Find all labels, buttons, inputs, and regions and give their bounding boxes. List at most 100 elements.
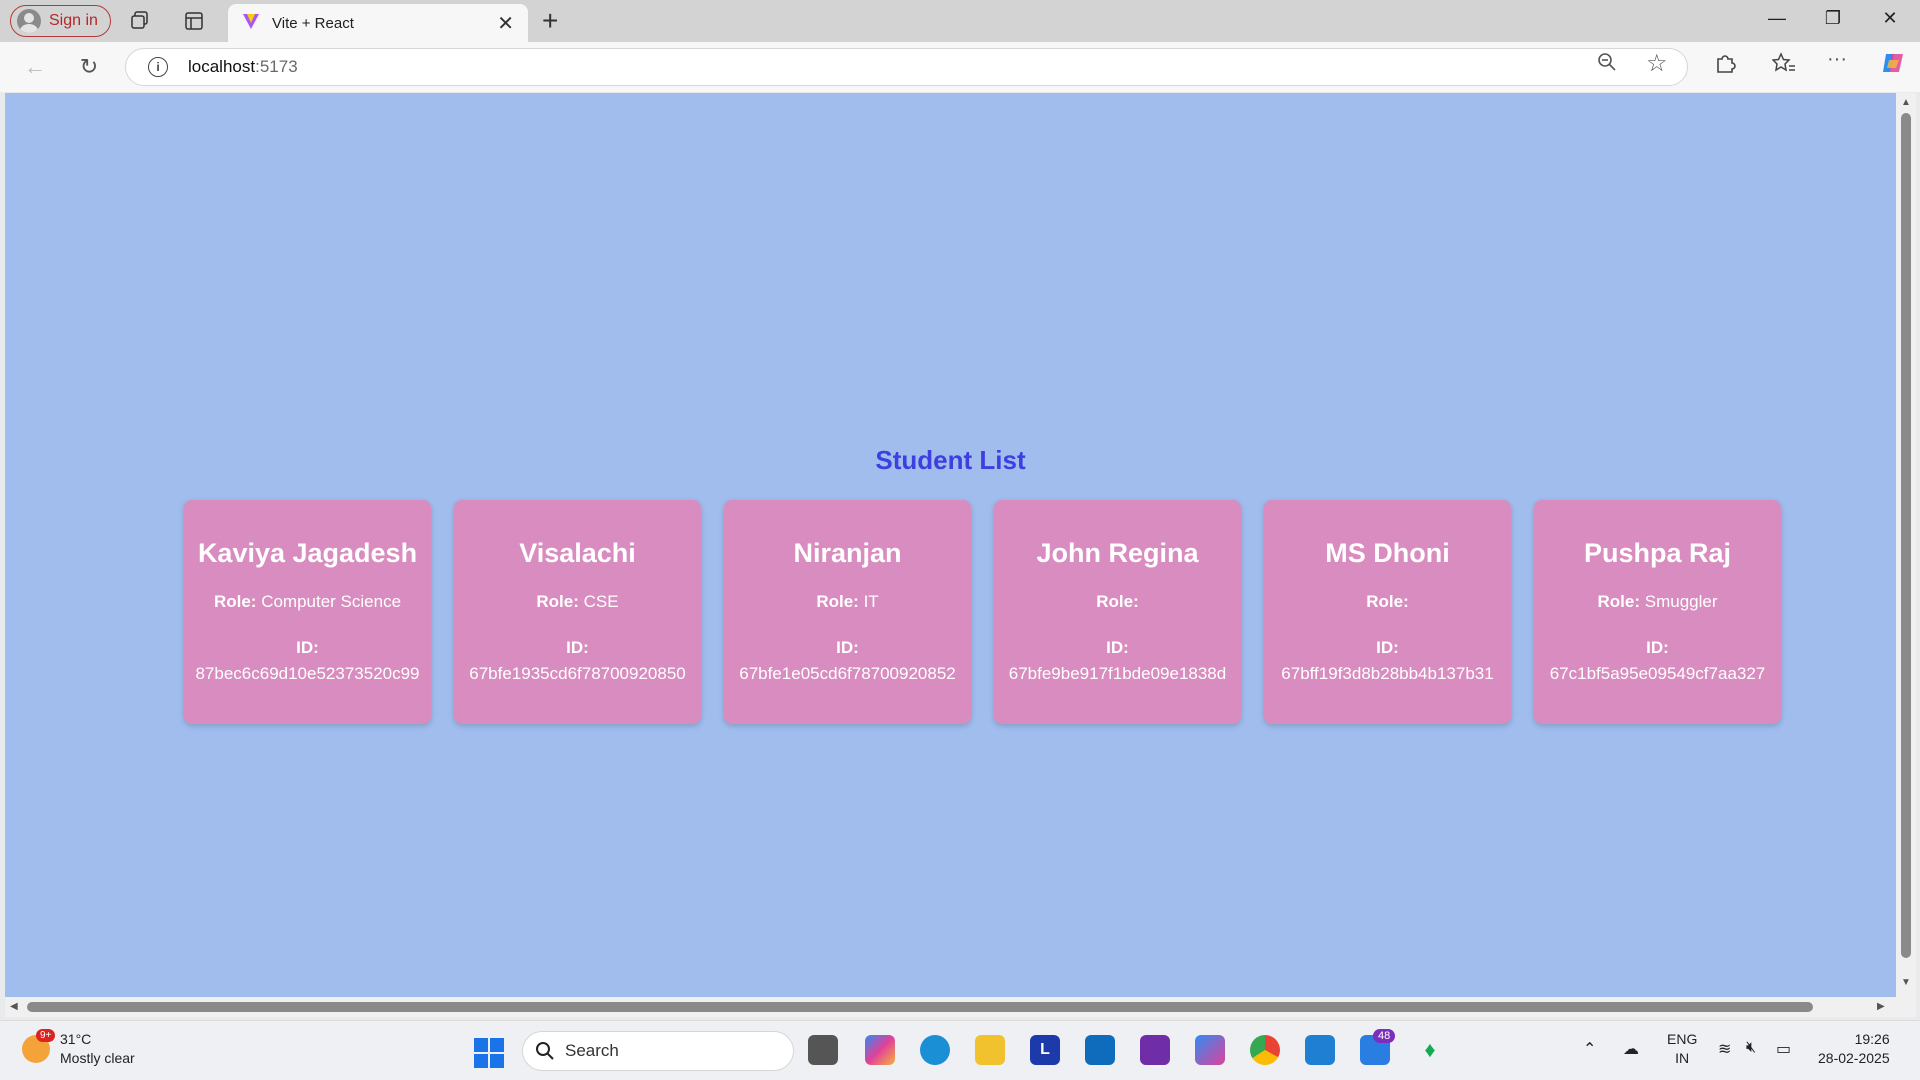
avatar bbox=[17, 9, 41, 33]
task-view-icon[interactable] bbox=[808, 1035, 838, 1065]
student-id: 67bfe1935cd6f78700920850 bbox=[469, 664, 686, 683]
weather-widget[interactable]: 9+ 31°C Mostly clear bbox=[22, 1029, 135, 1068]
chrome-icon[interactable] bbox=[1250, 1035, 1280, 1065]
page-viewport: Student List Kaviya Jagadesh Role: Compu… bbox=[5, 93, 1896, 997]
vertical-scroll-thumb[interactable] bbox=[1901, 113, 1911, 958]
horizontal-scrollbar[interactable]: ◀ ▶ bbox=[5, 997, 1916, 1017]
student-id: 67bfe9be917f1bde09e1838d bbox=[1008, 664, 1227, 683]
student-role: Role: bbox=[994, 592, 1241, 612]
clock-date: 28-02-2025 bbox=[1818, 1050, 1890, 1066]
role-label: Role: bbox=[816, 592, 859, 611]
app-badge: 48 bbox=[1373, 1029, 1396, 1043]
student-card: Niranjan Role: IT ID: 67bfe1e05cd6f78700… bbox=[724, 500, 971, 724]
student-card: John Regina Role: ID: 67bfe9be917f1bde09… bbox=[994, 500, 1241, 724]
tab-strip: Sign in Vite + React ✕ + — ❐ ✕ bbox=[0, 0, 1920, 42]
navigation-bar: ← ↻ i localhost:5173 ☆ ··· bbox=[0, 42, 1920, 92]
student-name: Niranjan bbox=[793, 538, 902, 568]
refresh-icon[interactable]: ↻ bbox=[76, 54, 102, 80]
page-title: Student List bbox=[875, 445, 1026, 475]
student-role: Role: Smuggler bbox=[1534, 592, 1781, 612]
favorites-icon[interactable] bbox=[1771, 52, 1796, 80]
student-card: MS Dhoni Role: ID: 67bff19f3d8b28bb4b137… bbox=[1264, 500, 1511, 724]
file-explorer-icon[interactable] bbox=[975, 1035, 1005, 1065]
copilot-app-icon[interactable] bbox=[865, 1035, 895, 1065]
new-tab-icon[interactable]: + bbox=[542, 6, 558, 36]
extensions-icon[interactable] bbox=[1714, 52, 1736, 80]
more-menu-icon[interactable]: ··· bbox=[1827, 48, 1847, 71]
search-label: Search bbox=[565, 1041, 619, 1060]
edge-icon[interactable] bbox=[920, 1035, 950, 1065]
lang-region: IN bbox=[1675, 1050, 1690, 1066]
site-info-icon[interactable]: i bbox=[148, 57, 168, 77]
wifi-icon[interactable]: ≋ bbox=[1718, 1039, 1731, 1059]
search-icon bbox=[536, 1042, 554, 1060]
student-role: Role: IT bbox=[724, 592, 971, 612]
role-label: Role: bbox=[1366, 592, 1409, 611]
minimize-icon[interactable]: — bbox=[1757, 8, 1797, 29]
clock-time: 19:26 bbox=[1854, 1031, 1890, 1047]
language-indicator[interactable]: ENG IN bbox=[1667, 1030, 1697, 1068]
url-port: :5173 bbox=[255, 57, 298, 76]
letter-app-icon[interactable]: L bbox=[1030, 1035, 1060, 1065]
student-name: MS Dhoni bbox=[1325, 538, 1450, 568]
cortana-icon[interactable] bbox=[1140, 1035, 1170, 1065]
sign-in-button[interactable]: Sign in bbox=[10, 5, 111, 37]
start-icon[interactable] bbox=[474, 1038, 504, 1068]
vscode-icon[interactable] bbox=[1305, 1035, 1335, 1065]
id-label: ID: bbox=[1646, 638, 1669, 657]
tab-active[interactable]: Vite + React ✕ bbox=[228, 4, 528, 42]
student-name: John Regina bbox=[1036, 538, 1199, 568]
id-label: ID: bbox=[296, 638, 319, 657]
taskbar-search[interactable]: Search bbox=[522, 1031, 794, 1071]
outlook-icon[interactable] bbox=[1085, 1035, 1115, 1065]
id-label: ID: bbox=[1376, 638, 1399, 657]
role-value: Computer Science bbox=[261, 592, 402, 611]
scroll-right-icon[interactable]: ▶ bbox=[1877, 1001, 1885, 1012]
workspaces-icon[interactable] bbox=[128, 9, 152, 33]
system-clock[interactable]: 19:26 28-02-2025 bbox=[1818, 1030, 1890, 1068]
taskbar: 9+ 31°C Mostly clear Search L 48 ♦ ⌃ ☁ E… bbox=[0, 1020, 1920, 1080]
student-card: Pushpa Raj Role: Smuggler ID: 67c1bf5a95… bbox=[1534, 500, 1781, 724]
student-id: 67bfe1e05cd6f78700920852 bbox=[739, 664, 956, 683]
role-label: Role: bbox=[213, 592, 257, 611]
id-label: ID: bbox=[836, 638, 859, 657]
tab-actions-icon[interactable] bbox=[182, 9, 206, 33]
student-name: Kaviya Jagadesh bbox=[197, 538, 418, 568]
role-value: Smuggler bbox=[1644, 592, 1718, 611]
weather-icon: 9+ bbox=[22, 1029, 56, 1063]
student-role: Role: Computer Science bbox=[184, 592, 431, 612]
weather-temp: 31°C bbox=[60, 1031, 92, 1047]
battery-icon[interactable]: ▭ bbox=[1776, 1039, 1791, 1059]
horizontal-scroll-thumb[interactable] bbox=[27, 1002, 1813, 1012]
student-name: Visalachi bbox=[519, 538, 636, 568]
student-id: 87bec6c69d10e52373520c99 bbox=[195, 664, 420, 683]
back-arrow-icon[interactable]: ← bbox=[22, 54, 48, 80]
mongodb-icon[interactable]: ♦ bbox=[1415, 1035, 1445, 1065]
student-id: 67c1bf5a95e09549cf7aa327 bbox=[1549, 664, 1766, 683]
copilot-icon[interactable] bbox=[1880, 50, 1906, 82]
close-window-icon[interactable]: ✕ bbox=[1870, 8, 1910, 29]
restore-icon[interactable]: ❐ bbox=[1813, 8, 1853, 29]
favorite-star-icon[interactable]: ☆ bbox=[1646, 49, 1668, 78]
vertical-scrollbar[interactable]: ▲ ▼ bbox=[1896, 93, 1916, 997]
student-id: 67bff19f3d8b28bb4b137b31 bbox=[1281, 664, 1494, 683]
role-label: Role: bbox=[536, 592, 579, 611]
student-card: Kaviya Jagadesh Role: Computer Science I… bbox=[184, 500, 431, 724]
m365-icon[interactable] bbox=[1195, 1035, 1225, 1065]
chevron-up-icon[interactable]: ⌃ bbox=[1583, 1039, 1596, 1059]
address-bar[interactable]: i localhost:5173 bbox=[125, 48, 1688, 86]
id-label: ID: bbox=[1106, 638, 1129, 657]
vite-logo-icon bbox=[242, 12, 260, 34]
speaker-muted-icon[interactable]: 🔇︎ bbox=[1746, 1039, 1756, 1057]
id-label: ID: bbox=[566, 638, 589, 657]
close-tab-icon[interactable]: ✕ bbox=[497, 11, 514, 36]
scroll-left-icon[interactable]: ◀ bbox=[10, 1001, 18, 1012]
role-value: CSE bbox=[583, 592, 619, 611]
scroll-down-icon[interactable]: ▼ bbox=[1901, 977, 1911, 988]
student-card: Visalachi Role: CSE ID: 67bfe1935cd6f787… bbox=[454, 500, 701, 724]
role-value: IT bbox=[863, 592, 879, 611]
scroll-up-icon[interactable]: ▲ bbox=[1901, 97, 1911, 108]
onedrive-icon[interactable]: ☁ bbox=[1623, 1039, 1639, 1059]
weather-badge: 9+ bbox=[36, 1029, 56, 1042]
zoom-out-icon[interactable] bbox=[1597, 52, 1617, 78]
